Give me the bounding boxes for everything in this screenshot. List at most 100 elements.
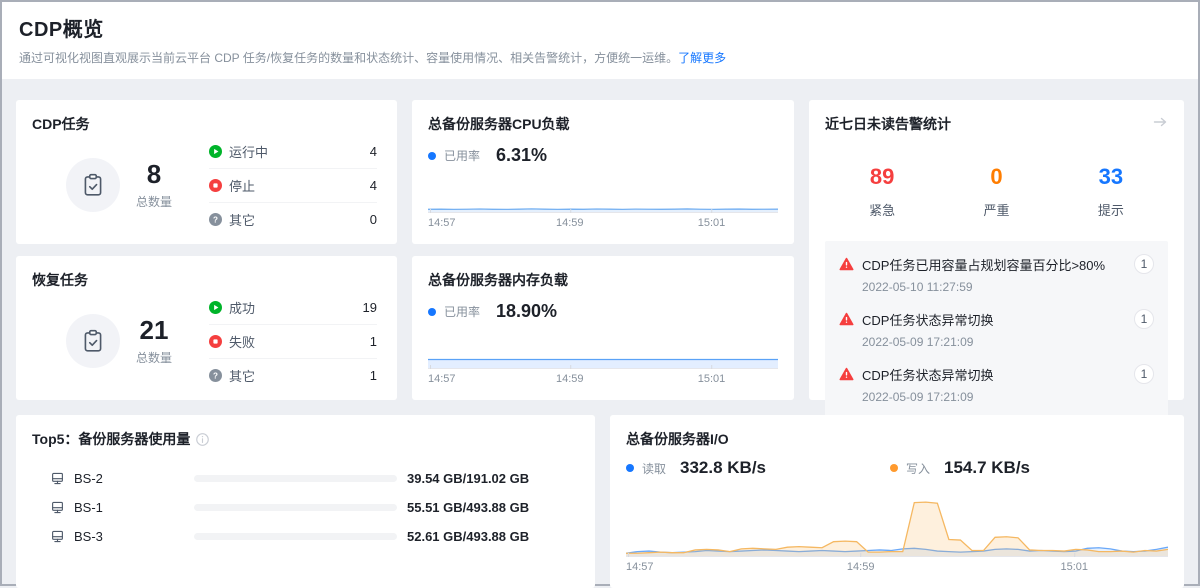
learn-more-link[interactable]: 了解更多	[678, 51, 726, 65]
server-usage-row: BS-2 39.54 GB/191.02 GB	[32, 464, 579, 493]
usage-progress-bar	[194, 504, 397, 511]
server-icon	[50, 471, 65, 486]
x-tick: 14:57	[626, 561, 654, 573]
x-tick: 14:57	[428, 217, 456, 229]
other-icon: ?	[209, 213, 222, 226]
svg-text:?: ?	[213, 215, 218, 224]
warning-triangle-icon	[839, 257, 854, 271]
status-label: 失败	[229, 332, 255, 351]
cpu-legend-label: 已用率	[444, 147, 480, 164]
alarm-stat-critical: 89 紧急	[825, 164, 939, 219]
memory-load-title: 总备份服务器内存负载	[428, 270, 778, 290]
status-value: 4	[370, 178, 377, 193]
alarm-stat-hint: 33 提示	[1054, 164, 1168, 219]
warning-triangle-icon	[839, 367, 854, 381]
status-row-stopped: 停止 4	[209, 168, 377, 202]
status-row-success: 成功 19	[209, 290, 377, 324]
stopped-icon	[209, 179, 222, 192]
cdp-tasks-total-label: 总数量	[136, 193, 172, 210]
cpu-load-card: 总备份服务器CPU负载 已用率 6.31% 14:57 14:59 15:01	[412, 100, 794, 244]
x-tick: 14:59	[556, 217, 584, 229]
memory-legend-dot-icon	[428, 308, 436, 316]
status-value: 19	[363, 300, 377, 315]
major-label: 严重	[939, 200, 1053, 219]
read-legend-label: 读取	[642, 460, 666, 477]
info-icon[interactable]	[196, 433, 209, 446]
memory-legend-label: 已用率	[444, 303, 480, 320]
x-tick: 15:01	[698, 217, 726, 229]
read-legend-dot-icon	[626, 464, 634, 472]
cpu-legend-dot-icon	[428, 152, 436, 160]
alarm-stat-major: 0 严重	[939, 164, 1053, 219]
status-label: 其它	[229, 210, 255, 229]
alarm-stats-card: 近七日未读告警统计 89 紧急 0 严重 33 提示	[809, 100, 1184, 400]
alert-timestamp: 2022-05-09 17:21:09	[862, 335, 1154, 349]
page-header: CDP概览 通过可视化视图直观展示当前云平台 CDP 任务/恢复任务的数量和状态…	[2, 2, 1198, 79]
critical-count: 89	[825, 164, 939, 190]
write-legend-dot-icon	[890, 464, 898, 472]
cdp-tasks-title: CDP任务	[32, 114, 381, 134]
status-row-other: ? 其它 1	[209, 358, 377, 392]
server-usage-row: BS-3 52.61 GB/493.88 GB	[32, 522, 579, 551]
alert-title: CDP任务状态异常切换	[862, 310, 993, 329]
warning-triangle-icon	[839, 312, 854, 326]
memory-load-card: 总备份服务器内存负载 已用率 18.90% 14:57 14:59 15:01	[412, 256, 794, 400]
server-name: BS-3	[74, 529, 194, 544]
status-value: 4	[370, 144, 377, 159]
server-io-chart	[626, 501, 1168, 557]
cdp-tasks-status-list: 运行中 4 停止 4 ? 其它 0	[209, 134, 377, 236]
cdp-tasks-total: 8	[136, 160, 172, 189]
alert-timestamp: 2022-05-09 17:21:09	[862, 390, 1154, 404]
clipboard-icon	[66, 158, 120, 212]
clipboard-icon	[66, 314, 120, 368]
alert-item[interactable]: CDP任务状态异常切换 1 2022-05-09 17:21:09	[839, 364, 1154, 404]
server-name: BS-1	[74, 500, 194, 515]
alert-count-badge: 1	[1134, 364, 1154, 384]
running-icon	[209, 145, 222, 158]
server-name: BS-2	[74, 471, 194, 486]
cpu-load-title: 总备份服务器CPU负载	[428, 114, 778, 134]
write-legend-label: 写入	[906, 460, 930, 477]
recovery-tasks-status-list: 成功 19 失败 1 ? 其它 1	[209, 290, 377, 392]
cdp-tasks-card: CDP任务 8 总数量	[16, 100, 397, 244]
usage-value: 39.54 GB/191.02 GB	[407, 471, 579, 486]
hint-count: 33	[1054, 164, 1168, 190]
alert-item[interactable]: CDP任务已用容量占规划容量百分比>80% 1 2022-05-10 11:27…	[839, 254, 1154, 294]
status-label: 运行中	[229, 142, 268, 161]
server-io-title: 总备份服务器I/O	[626, 429, 1168, 449]
critical-label: 紧急	[825, 200, 939, 219]
x-tick: 14:59	[556, 373, 584, 385]
alert-count-badge: 1	[1134, 309, 1154, 329]
server-usage-row: BS-1 55.51 GB/493.88 GB	[32, 493, 579, 522]
status-row-running: 运行中 4	[209, 134, 377, 168]
alert-item[interactable]: CDP任务状态异常切换 1 2022-05-09 17:21:09	[839, 309, 1154, 349]
success-icon	[209, 301, 222, 314]
server-icon	[50, 500, 65, 515]
status-value: 1	[370, 334, 377, 349]
arrow-right-icon[interactable]	[1152, 114, 1168, 130]
recovery-tasks-title: 恢复任务	[32, 270, 381, 290]
server-usage-list: BS-2 39.54 GB/191.02 GB BS-1 55.51 GB/49…	[32, 464, 579, 551]
cpu-usage-value: 6.31%	[496, 145, 547, 166]
top5-usage-title: Top5：备份服务器使用量	[32, 429, 190, 449]
x-tick: 14:57	[428, 373, 456, 385]
alarm-stats-title: 近七日未读告警统计	[825, 114, 1168, 134]
alarm-stats-row: 89 紧急 0 严重 33 提示	[825, 164, 1168, 219]
status-label: 停止	[229, 176, 255, 195]
alert-list: CDP任务已用容量占规划容量百分比>80% 1 2022-05-10 11:27…	[825, 241, 1168, 425]
usage-value: 52.61 GB/493.88 GB	[407, 529, 579, 544]
recovery-tasks-total: 21	[136, 316, 172, 345]
memory-chart-x-axis: 14:57 14:59 15:01	[428, 369, 778, 386]
cpu-load-chart	[428, 167, 778, 213]
alert-count-badge: 1	[1134, 254, 1154, 274]
server-io-card: 总备份服务器I/O 读取 332.8 KB/s 写入 154.7 KB/s 14…	[610, 415, 1184, 588]
memory-load-chart	[428, 323, 778, 369]
status-label: 其它	[229, 366, 255, 385]
hint-label: 提示	[1054, 200, 1168, 219]
top5-usage-card: Top5：备份服务器使用量 BS-2 39.54 GB/191.02 GB BS…	[16, 415, 595, 588]
status-label: 成功	[229, 298, 255, 317]
major-count: 0	[939, 164, 1053, 190]
x-tick: 14:59	[847, 561, 875, 573]
failed-icon	[209, 335, 222, 348]
x-tick: 15:01	[698, 373, 726, 385]
